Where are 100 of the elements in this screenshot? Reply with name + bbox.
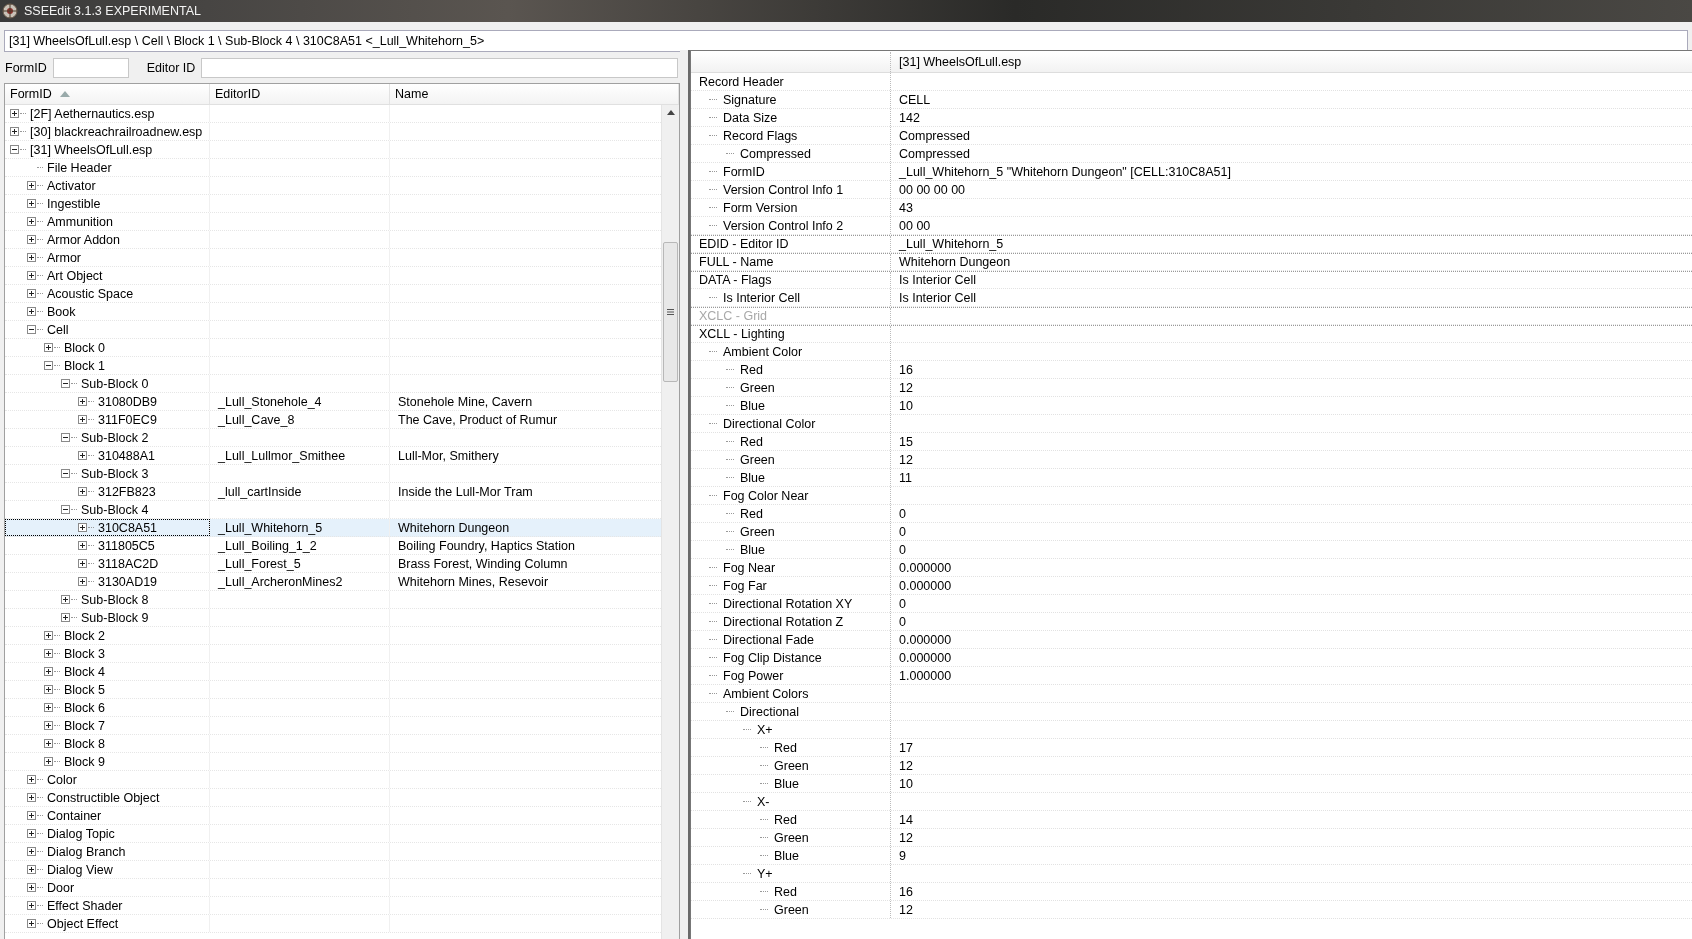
expand-icon[interactable] [27, 883, 36, 892]
expand-icon[interactable] [44, 739, 53, 748]
column-header[interactable]: FormID [5, 84, 210, 104]
expand-icon[interactable] [27, 829, 36, 838]
tree-row[interactable]: Door [5, 879, 661, 897]
tree-row[interactable]: Block 8 [5, 735, 661, 753]
tree-row[interactable]: 310C8A51 _Lull_Whitehorn_5 Whitehorn Dungeon [5, 519, 661, 537]
expand-icon[interactable] [27, 775, 36, 784]
expand-icon[interactable] [44, 721, 53, 730]
tree-row[interactable]: [30] blackreachrailroadnew.esp [5, 123, 661, 141]
expand-icon[interactable] [10, 127, 19, 136]
expand-icon[interactable] [27, 865, 36, 874]
tree-row[interactable]: Container [5, 807, 661, 825]
tree-row[interactable]: Dialog Branch [5, 843, 661, 861]
expand-icon[interactable] [27, 217, 36, 226]
expand-icon[interactable] [27, 199, 36, 208]
tree-row[interactable]: Color [5, 771, 661, 789]
collapse-icon[interactable] [61, 505, 70, 514]
tree-row[interactable]: Block 6 [5, 699, 661, 717]
tree-row[interactable]: Sub-Block 9 [5, 609, 661, 627]
expand-icon[interactable] [10, 109, 19, 118]
collapse-icon[interactable] [27, 325, 36, 334]
tree-row[interactable]: Block 7 [5, 717, 661, 735]
collapse-icon[interactable] [44, 361, 53, 370]
tree-row[interactable]: Block 1 [5, 357, 661, 375]
tree-row[interactable]: Block 4 [5, 663, 661, 681]
tree-row[interactable]: Armor Addon [5, 231, 661, 249]
expand-icon[interactable] [78, 487, 87, 496]
tree-row[interactable]: Sub-Block 0 [5, 375, 661, 393]
tree-row[interactable]: Sub-Block 8 [5, 591, 661, 609]
column-header[interactable]: Name [390, 84, 679, 104]
scrollbar[interactable] [661, 105, 679, 939]
tree-row[interactable]: Block 3 [5, 645, 661, 663]
expand-icon[interactable] [78, 523, 87, 532]
tree-row[interactable]: 310488A1 _Lull_Lullmor_Smithee Lull-Mor, Smithery [5, 447, 661, 465]
expand-icon[interactable] [44, 631, 53, 640]
expand-icon[interactable] [78, 451, 87, 460]
tree-row[interactable]: Acoustic Space [5, 285, 661, 303]
expand-icon[interactable] [44, 649, 53, 658]
tree-row[interactable]: Block 5 [5, 681, 661, 699]
tree-row[interactable]: Art Object [5, 267, 661, 285]
tree-row[interactable]: Block 2 [5, 627, 661, 645]
tree-row[interactable]: Book [5, 303, 661, 321]
expand-icon[interactable] [44, 685, 53, 694]
expand-icon[interactable] [44, 757, 53, 766]
expand-icon[interactable] [44, 703, 53, 712]
tree-row[interactable]: [31] WheelsOfLull.esp [5, 141, 661, 159]
tree-row[interactable]: Effect Shader [5, 897, 661, 915]
tree-row[interactable]: File Header [5, 159, 661, 177]
column-header[interactable]: EditorID [210, 84, 390, 104]
expand-icon[interactable] [78, 577, 87, 586]
tree-row[interactable]: 312FB823 _lull_cartInside Inside the Lull-Mor Tram [5, 483, 661, 501]
scroll-up-icon[interactable] [666, 110, 675, 115]
tree-row[interactable]: Activator [5, 177, 661, 195]
tree-row[interactable]: Block 0 [5, 339, 661, 357]
expand-icon[interactable] [27, 919, 36, 928]
tree-row[interactable]: [2F] Aethernautics.esp [5, 105, 661, 123]
tree-row[interactable]: Sub-Block 3 [5, 465, 661, 483]
tree-row[interactable]: 311805C5 _Lull_Boiling_1_2 Boiling Foundry, Haptics Station [5, 537, 661, 555]
collapse-icon[interactable] [61, 379, 70, 388]
expand-icon[interactable] [44, 343, 53, 352]
expand-icon[interactable] [27, 811, 36, 820]
tree-row[interactable]: Constructible Object [5, 789, 661, 807]
splitter[interactable] [680, 50, 690, 939]
editorid-field[interactable] [201, 58, 678, 78]
tree-row[interactable]: Dialog Topic [5, 825, 661, 843]
expand-icon[interactable] [27, 289, 36, 298]
tree-row[interactable]: 311F0EC9 _Lull_Cave_8 The Cave, Product of Rumur [5, 411, 661, 429]
tree-row[interactable]: 31080DB9 _Lull_Stonehole_4 Stonehole Mine, Cavern [5, 393, 661, 411]
expand-icon[interactable] [78, 397, 87, 406]
collapse-icon[interactable] [61, 433, 70, 442]
tree-row[interactable]: Sub-Block 2 [5, 429, 661, 447]
scroll-thumb[interactable] [663, 242, 678, 382]
tree-row[interactable]: Block 9 [5, 753, 661, 771]
collapse-icon[interactable] [10, 145, 19, 154]
expand-icon[interactable] [78, 541, 87, 550]
expand-icon[interactable] [27, 901, 36, 910]
tree-row[interactable]: 3130AD19 _Lull_ArcheronMines2 Whitehorn Mines, Resevoir [5, 573, 661, 591]
tree-row[interactable]: Cell [5, 321, 661, 339]
expand-icon[interactable] [27, 271, 36, 280]
expand-icon[interactable] [27, 235, 36, 244]
formid-field[interactable] [52, 58, 129, 78]
expand-icon[interactable] [78, 559, 87, 568]
expand-icon[interactable] [44, 667, 53, 676]
collapse-icon[interactable] [61, 469, 70, 478]
tree-row[interactable]: Ammunition [5, 213, 661, 231]
tree-row[interactable]: 3118AC2D _Lull_Forest_5 Brass Forest, Winding Column [5, 555, 661, 573]
tree-row[interactable]: Ingestible [5, 195, 661, 213]
expand-icon[interactable] [27, 307, 36, 316]
expand-icon[interactable] [61, 595, 70, 604]
tree-row[interactable]: Armor [5, 249, 661, 267]
expand-icon[interactable] [61, 613, 70, 622]
path-field[interactable]: [31] WheelsOfLull.esp \ Cell \ Block 1 \ Sub-Block 4 \ 310C8A51 <_Lull_Whitehorn_5> [4, 30, 1688, 52]
expand-icon[interactable] [78, 415, 87, 424]
expand-icon[interactable] [27, 793, 36, 802]
tree-row[interactable]: Object Effect [5, 915, 661, 933]
tree-row[interactable]: Dialog View [5, 861, 661, 879]
expand-icon[interactable] [27, 181, 36, 190]
expand-icon[interactable] [27, 253, 36, 262]
expand-icon[interactable] [27, 847, 36, 856]
